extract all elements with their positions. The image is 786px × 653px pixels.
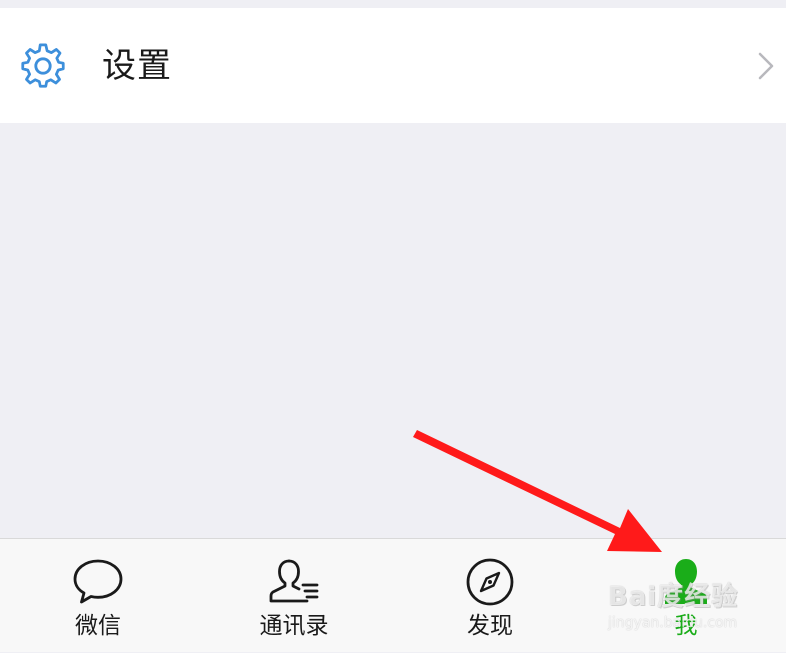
tab-chats-label: 微信 [75,613,121,639]
tab-contacts-label: 通讯录 [259,613,329,639]
chevron-right-icon [758,52,774,80]
compass-icon [466,558,514,606]
tab-discover-label: 发现 [467,613,513,639]
tab-discover[interactable]: 发现 [392,539,588,653]
settings-label: 设置 [102,46,172,86]
bottom-tab-bar: 微信 通讯录 发现 我 [0,538,786,652]
settings-row[interactable]: 设置 [0,8,786,123]
person-icon [665,559,707,604]
chat-bubble-icon [73,559,123,604]
top-separator [0,0,786,8]
contacts-icon [269,559,319,603]
tab-contacts[interactable]: 通讯录 [196,539,392,653]
tab-me-label: 我 [674,613,698,639]
gear-icon [21,43,65,88]
empty-content-area [0,123,786,538]
tab-chats[interactable]: 微信 [0,539,196,653]
tab-me[interactable]: 我 [588,539,784,653]
